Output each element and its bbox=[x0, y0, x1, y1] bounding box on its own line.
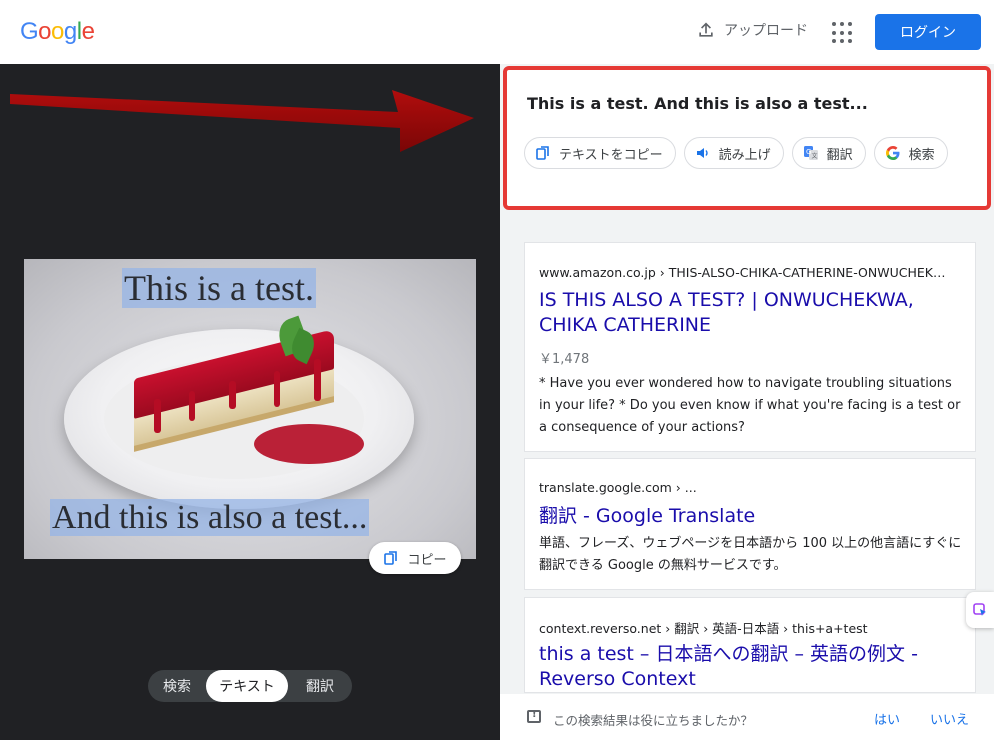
google-logo[interactable]: Google bbox=[20, 18, 95, 46]
feedback-no-link[interactable]: いいえ bbox=[930, 709, 969, 728]
result-url[interactable]: context.reverso.net › 翻訳 › 英語-日本語 › this… bbox=[539, 618, 868, 637]
listen-button[interactable]: 読み上げ bbox=[683, 137, 784, 169]
tab-translate[interactable]: 翻訳 bbox=[288, 670, 352, 702]
search-result-card: context.reverso.net › 翻訳 › 英語-日本語 › this… bbox=[524, 597, 976, 693]
search-result-card: www.amazon.co.jp › THIS-ALSO-CHIKA-CATHE… bbox=[524, 242, 976, 452]
result-title-link[interactable]: 翻訳 - Google Translate bbox=[539, 504, 959, 529]
ocr-text-line-2[interactable]: And this is also a test... bbox=[50, 499, 370, 537]
cake-photo[interactable]: This is a test. And this is also a test.… bbox=[24, 259, 476, 559]
extracted-text[interactable]: This is a test. And this is also a test.… bbox=[527, 94, 868, 113]
translate-icon: G 文 bbox=[803, 146, 818, 160]
feedback-icon bbox=[527, 709, 541, 723]
tab-text[interactable]: テキスト bbox=[206, 670, 288, 702]
svg-text:文: 文 bbox=[811, 152, 817, 160]
result-snippet: 単語、フレーズ、ウェブページを日本語から 100 以上の他言語にすぐに翻訳できる… bbox=[539, 536, 962, 573]
result-title-link[interactable]: IS THIS ALSO A TEST? | ONWUCHEKWA, CHIKA… bbox=[539, 288, 959, 338]
result-snippet: * Have you ever wondered how to navigate… bbox=[539, 376, 961, 435]
copy-label: コピー bbox=[407, 552, 447, 568]
search-button[interactable]: 検索 bbox=[873, 137, 948, 169]
extracted-text-panel: This is a test. And this is also a test.… bbox=[503, 66, 991, 210]
annotation-arrow-icon bbox=[10, 90, 474, 152]
copy-text-button[interactable]: テキストをコピー bbox=[524, 137, 676, 169]
feedback-yes-link[interactable]: はい bbox=[874, 709, 900, 728]
result-url[interactable]: translate.google.com › ... bbox=[539, 480, 697, 495]
speaker-icon bbox=[696, 148, 708, 158]
tab-search[interactable]: 検索 bbox=[148, 670, 206, 702]
ocr-text-line-1[interactable]: This is a test. bbox=[122, 267, 316, 309]
side-panel-toggle[interactable] bbox=[966, 592, 994, 628]
result-price: ￥1,478 bbox=[539, 352, 590, 367]
mode-switcher: 検索 テキスト 翻訳 bbox=[148, 670, 352, 702]
top-bar: Google アップロード ログイン bbox=[0, 0, 994, 64]
lens-select-icon bbox=[973, 603, 986, 616]
result-title-link[interactable]: this a test – 日本語への翻訳 – 英語の例文 - Reverso … bbox=[539, 642, 959, 692]
copy-text-chip[interactable]: コピー bbox=[369, 542, 461, 574]
feedback-question: この検索結果は役に立ちましたか？ bbox=[553, 713, 754, 728]
feedback-bar: この検索結果は役に立ちましたか？ はい いいえ bbox=[500, 694, 994, 740]
translate-button[interactable]: G 文 翻訳 bbox=[791, 137, 866, 169]
apps-grid-icon[interactable] bbox=[832, 22, 854, 44]
result-url[interactable]: www.amazon.co.jp › THIS-ALSO-CHIKA-CATHE… bbox=[539, 265, 945, 280]
login-button[interactable]: ログイン bbox=[875, 14, 981, 50]
image-viewer-panel: This is a test. And this is also a test.… bbox=[0, 64, 500, 740]
google-g-icon bbox=[885, 146, 900, 160]
upload-button[interactable]: アップロード bbox=[696, 20, 808, 40]
search-result-card: translate.google.com › ... 翻訳 - Google T… bbox=[524, 458, 976, 590]
copy-icon bbox=[536, 146, 549, 160]
copy-icon bbox=[384, 551, 398, 565]
upload-label: アップロード bbox=[724, 23, 808, 39]
upload-icon bbox=[699, 22, 713, 37]
